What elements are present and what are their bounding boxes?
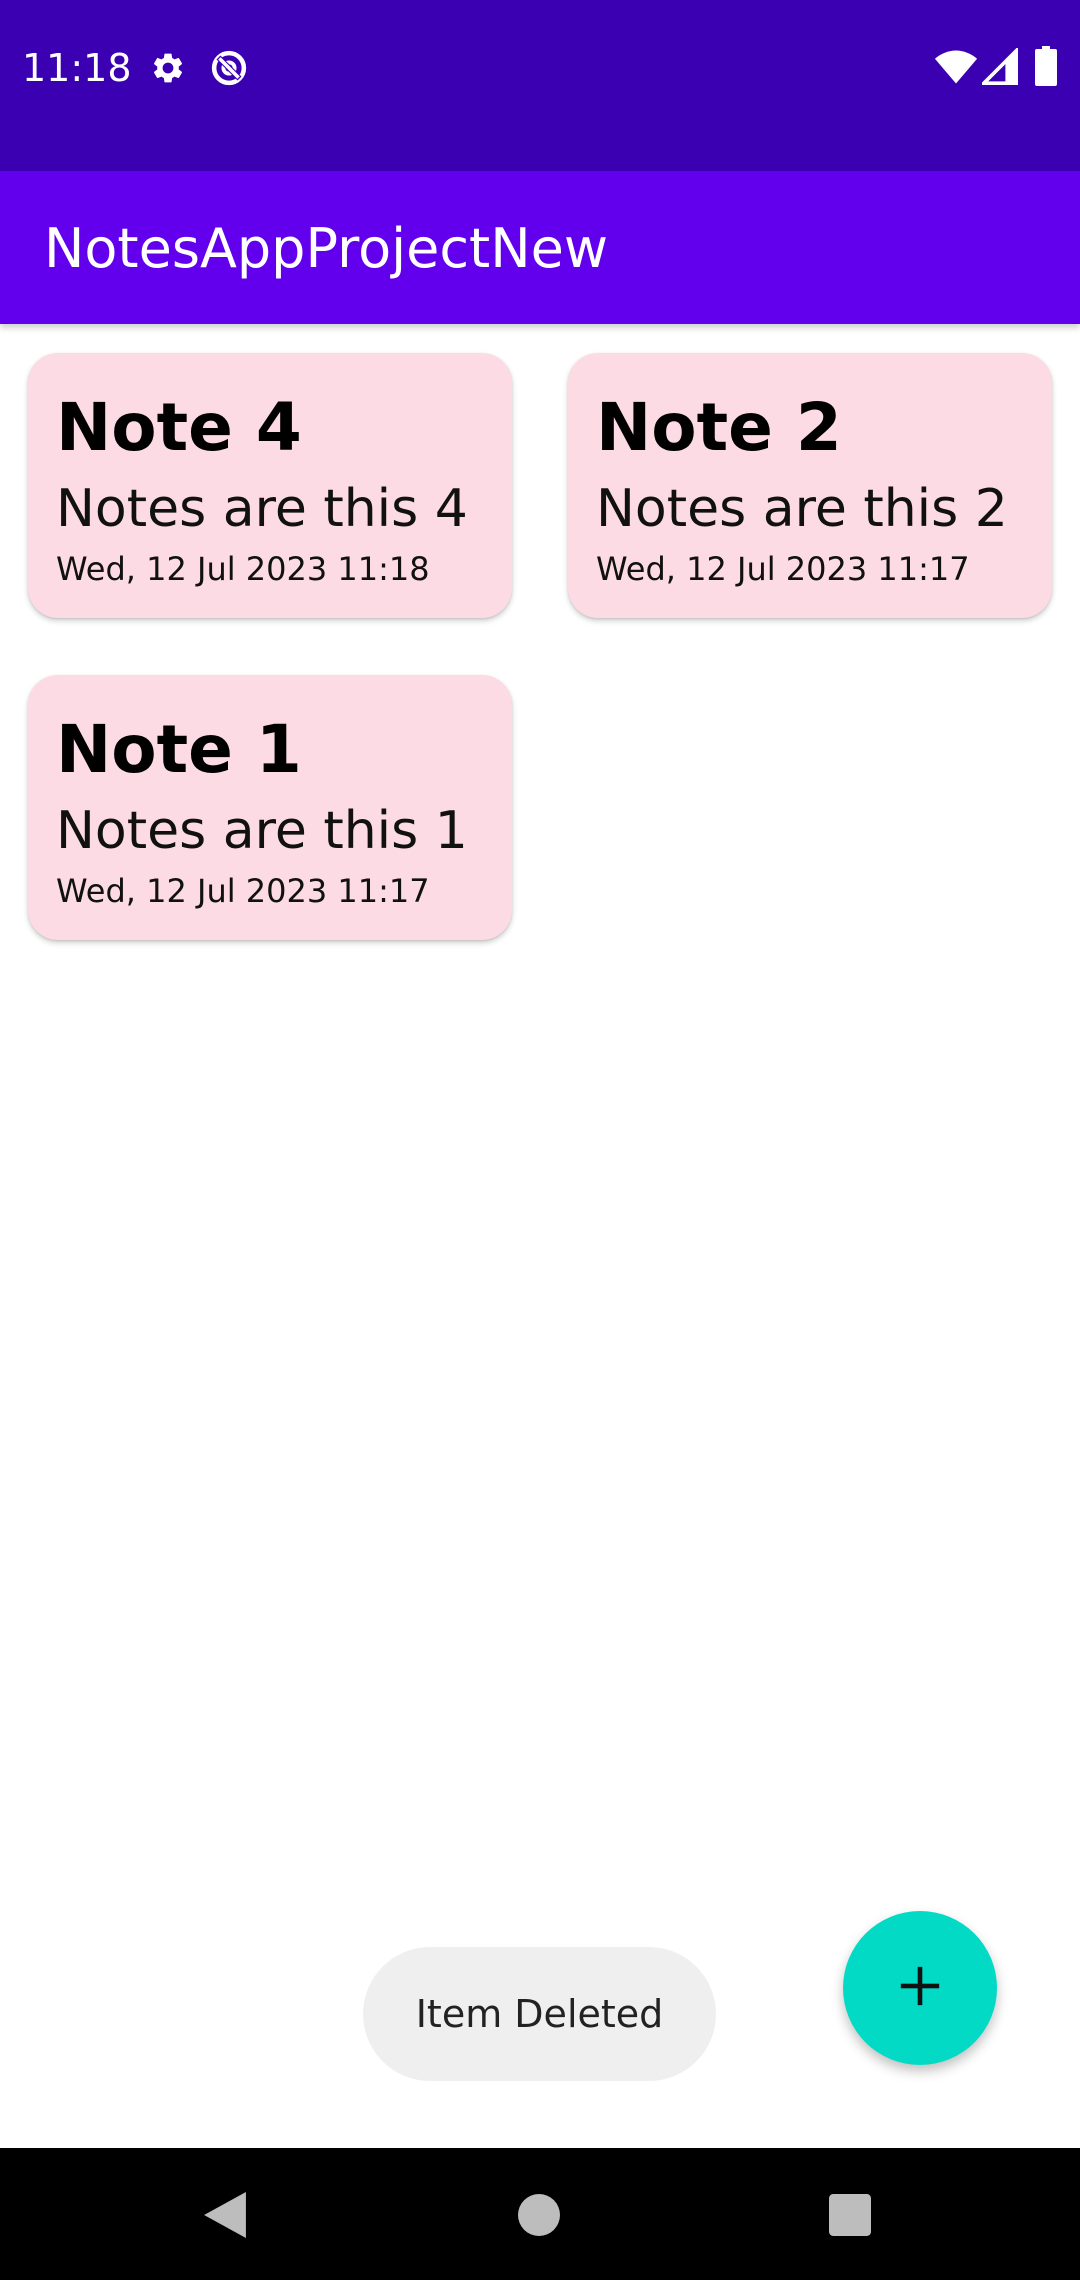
note-card[interactable]: Note 1 Notes are this 1 Wed, 12 Jul 2023… <box>28 675 512 940</box>
signal-icon <box>979 46 1018 91</box>
status-time: 11:18 <box>22 46 132 90</box>
note-card[interactable]: Note 2 Notes are this 2 Wed, 12 Jul 2023… <box>568 353 1052 618</box>
wifi-icon <box>934 48 978 91</box>
note-body: Notes are this 1 <box>56 801 468 861</box>
note-date: Wed, 12 Jul 2023 11:18 <box>56 550 430 588</box>
gear-icon <box>150 50 186 91</box>
note-card[interactable]: Note 4 Notes are this 4 Wed, 12 Jul 2023… <box>28 353 512 618</box>
app-title: NotesAppProjectNew <box>44 217 608 280</box>
home-icon[interactable] <box>518 2194 560 2241</box>
navigation-bar <box>0 2148 1080 2280</box>
plus-icon <box>897 1963 943 2014</box>
note-body: Notes are this 4 <box>56 479 468 539</box>
note-date: Wed, 12 Jul 2023 11:17 <box>596 550 970 588</box>
app-bar: NotesAppProjectNew <box>0 171 1080 324</box>
battery-icon <box>1035 46 1057 91</box>
note-title: Note 2 <box>596 389 842 466</box>
add-note-button[interactable] <box>843 1911 997 2065</box>
back-icon[interactable] <box>204 2192 246 2243</box>
status-bar: 11:18 <box>0 0 1080 171</box>
recents-icon[interactable] <box>829 2194 871 2241</box>
notes-screen: 11:18 NotesAppProjectNew Note 4 Notes ar… <box>0 0 1080 2280</box>
toast-message: Item Deleted <box>363 1947 716 2081</box>
note-date: Wed, 12 Jul 2023 11:17 <box>56 872 430 910</box>
data-saver-icon <box>208 47 250 94</box>
note-title: Note 4 <box>56 389 302 466</box>
note-body: Notes are this 2 <box>596 479 1008 539</box>
note-title: Note 1 <box>56 711 302 788</box>
